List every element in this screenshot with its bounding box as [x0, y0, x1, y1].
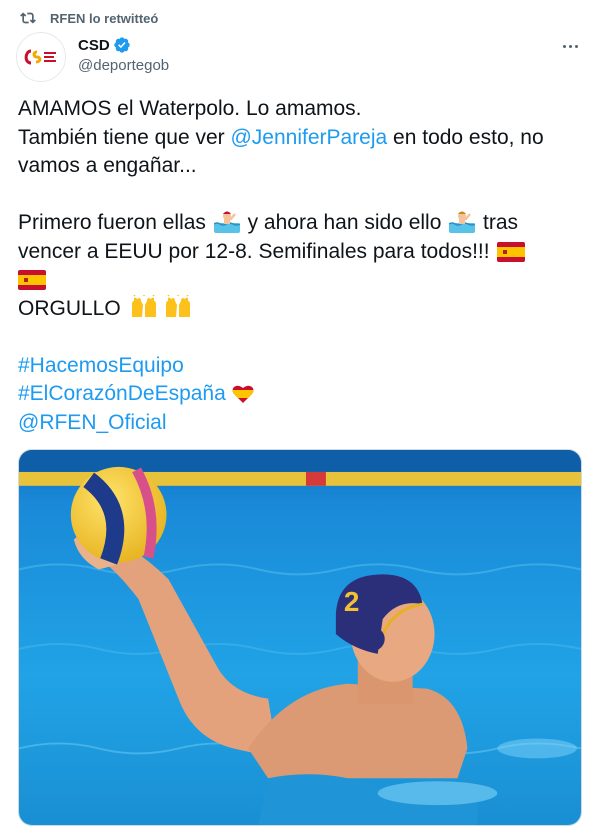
avatar[interactable]: [16, 32, 66, 82]
tweet-text-segment: en todo esto, no: [387, 125, 544, 149]
retweet-icon: [20, 12, 36, 24]
social-context-label: RFEN lo retwitteó: [50, 10, 159, 26]
tweet-text-segment: tras: [477, 211, 519, 234]
tweet-line: #HacemosEquipo: [18, 352, 588, 381]
tweet-text-segment: También tiene que ver: [18, 125, 231, 149]
csd-logo: [24, 49, 56, 65]
hashtag-elcorazondeespana-link[interactable]: #ElCorazónDeEspaña: [18, 382, 226, 405]
mention-jennifer-link[interactable]: @JenniferPareja: [230, 126, 387, 149]
verified-badge-icon: [113, 37, 130, 53]
tweet-line: [18, 266, 588, 295]
tweet-line: vencer a EEUU por 12-8. Semifinales para…: [18, 238, 588, 267]
tweet-line: vamos a engañar...: [18, 152, 588, 181]
author-name[interactable]: CSD: [78, 37, 110, 54]
more-dot-icon: [574, 44, 578, 48]
more-dot-icon: [562, 44, 566, 48]
swimmer-emoji-icon: [449, 209, 476, 233]
tweet-line: #ElCorazónDeEspaña: [18, 380, 588, 409]
spain-flag-emoji-icon: [18, 270, 46, 290]
mention-rfen-link[interactable]: @RFEN_Oficial: [18, 411, 167, 434]
tweet-media-image[interactable]: 2: [18, 449, 582, 826]
author-block[interactable]: CSD @deportegob: [78, 36, 169, 75]
tweet-text: AMAMOS el Waterpolo. Lo amamos. También …: [18, 95, 588, 437]
tweet-line: ORGULLO: [18, 294, 588, 324]
tweet-text-segment: AMAMOS el Waterpolo. Lo amamos.: [18, 97, 362, 120]
tweet-text-segment: y ahora han sido ello: [241, 211, 448, 234]
tweet-line: AMAMOS el Waterpolo. Lo amamos.: [18, 95, 588, 124]
tweet-line: @RFEN_Oficial: [18, 409, 588, 438]
more-options-button[interactable]: [558, 36, 582, 56]
tweet-text-segment: vencer a EEUU por 12-8. Semifinales para…: [18, 239, 496, 263]
cap-number: 2: [344, 586, 360, 617]
tweet-text-segment: ORGULLO: [18, 296, 127, 320]
raising-hands-emoji-icon: [163, 294, 193, 319]
heart-spain-emoji-icon: [232, 384, 254, 404]
social-context[interactable]: RFEN lo retwitteó: [20, 8, 158, 28]
tweet-text-segment: Primero fueron ellas: [18, 211, 212, 234]
author-handle[interactable]: @deportegob: [78, 57, 169, 74]
more-dot-icon: [568, 44, 572, 48]
raising-hands-emoji-icon: [129, 294, 159, 319]
tweet-line: Primero fueron ellas y ahora han sido el…: [18, 209, 588, 238]
swimmer-emoji-icon: [213, 209, 240, 233]
hashtag-hacemosequipo-link[interactable]: #HacemosEquipo: [18, 354, 184, 377]
tweet-text-segment: vamos a engañar...: [18, 154, 197, 177]
spain-flag-emoji-icon: [497, 241, 526, 262]
tweet-line: También tiene que ver @JenniferPareja en…: [18, 124, 588, 153]
